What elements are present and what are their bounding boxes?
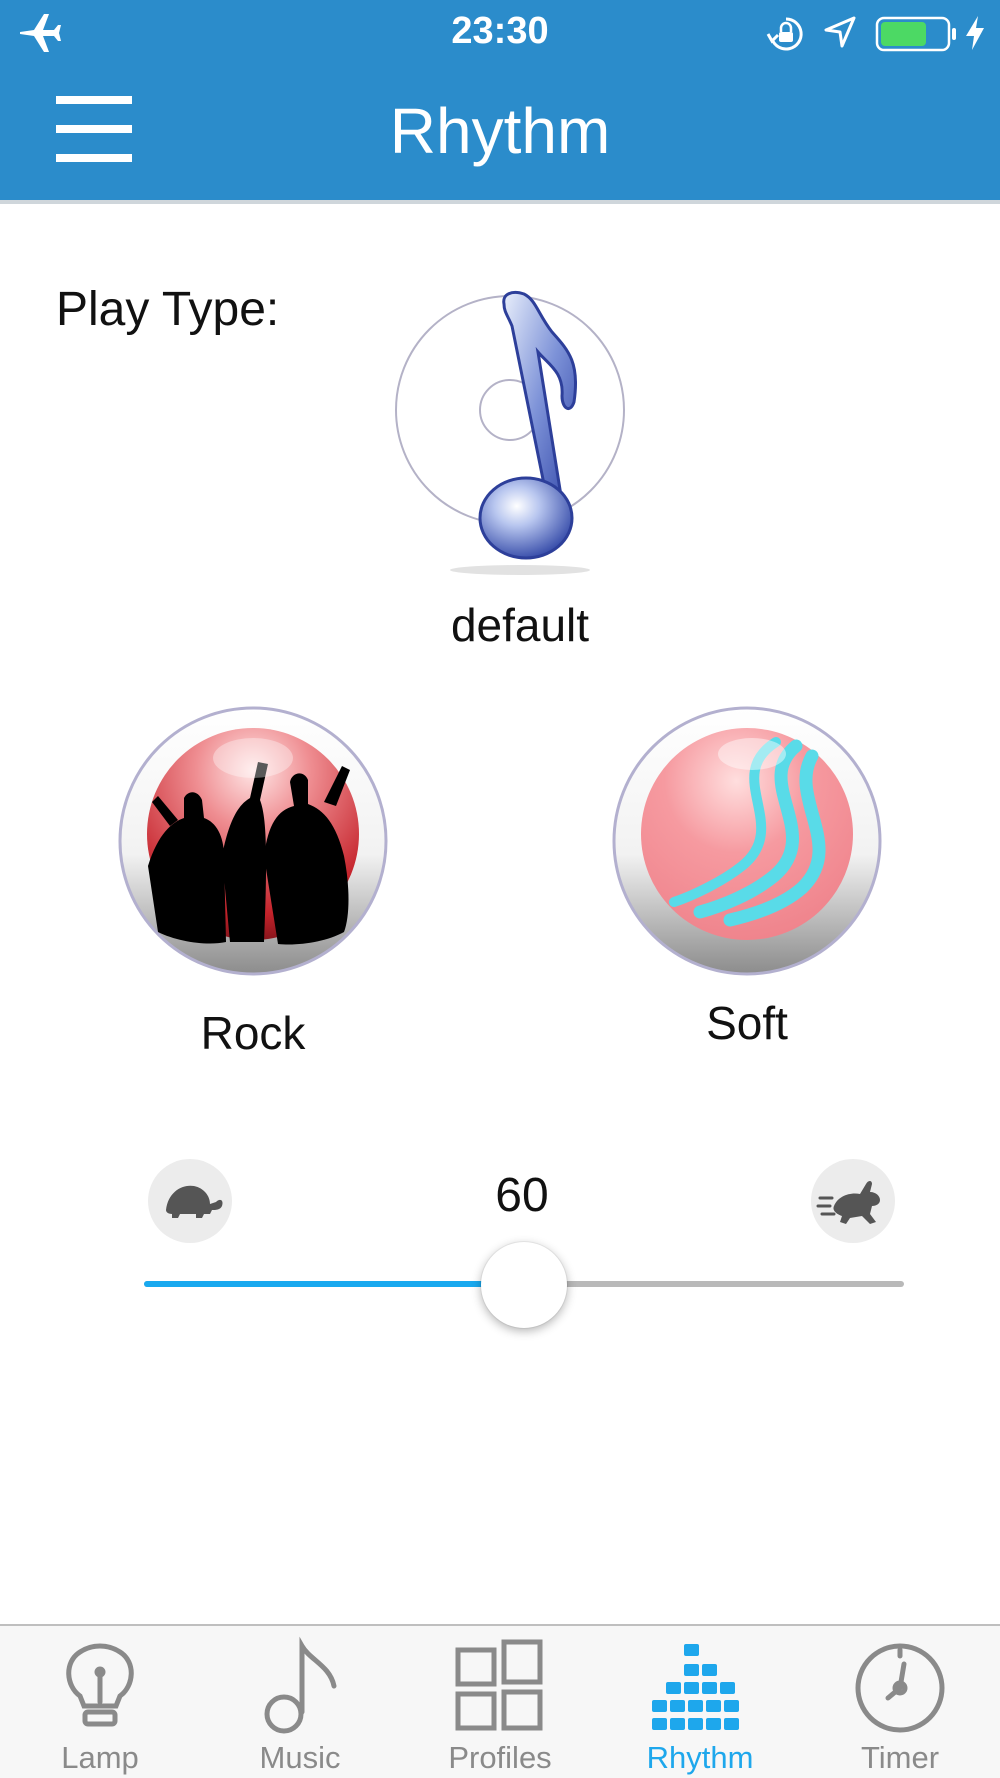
tab-timer[interactable]: Timer: [800, 1626, 1000, 1778]
clock-icon: [855, 1643, 945, 1733]
battery-icon: [875, 16, 956, 52]
app-header: 23:30 Rhythm: [0, 0, 1000, 200]
tab-music-label: Music: [259, 1740, 341, 1775]
turtle-icon[interactable]: [146, 1158, 234, 1244]
equalizer-icon: [652, 1644, 739, 1730]
music-note-icon[interactable]: [372, 286, 658, 576]
charging-icon: [966, 16, 984, 50]
rabbit-icon[interactable]: [810, 1158, 896, 1244]
grid-icon: [455, 1639, 543, 1731]
soft-mode-label: Soft: [706, 997, 788, 1049]
rock-mode-button[interactable]: [118, 706, 388, 976]
play-type-value: default: [450, 599, 590, 651]
slider-fill: [144, 1281, 524, 1287]
page-title: Rhythm: [389, 95, 611, 167]
play-type-label: Play Type:: [56, 283, 280, 336]
tab-lamp[interactable]: Lamp: [0, 1626, 200, 1778]
rock-mode-label: Rock: [200, 1007, 306, 1059]
tab-timer-label: Timer: [860, 1740, 940, 1775]
tab-rhythm-label: Rhythm: [646, 1740, 754, 1775]
header-divider: [0, 200, 1000, 204]
speed-value: 60: [495, 1169, 549, 1222]
tab-profiles[interactable]: Profiles: [400, 1626, 600, 1778]
tab-music[interactable]: Music: [200, 1626, 400, 1778]
tab-bar: Lamp Music Profiles Rhythm Timer: [0, 1624, 1000, 1778]
tab-profiles-label: Profiles: [448, 1740, 552, 1775]
soft-mode-button[interactable]: [612, 706, 882, 976]
speed-slider[interactable]: [144, 1238, 904, 1330]
tab-lamp-label: Lamp: [61, 1740, 139, 1775]
music-note-icon: [264, 1636, 337, 1734]
slider-thumb[interactable]: [481, 1242, 567, 1328]
rotation-lock-icon: [766, 17, 803, 51]
location-arrow-icon: [824, 16, 856, 48]
lightbulb-icon: [66, 1643, 134, 1727]
tab-rhythm[interactable]: Rhythm: [600, 1626, 800, 1778]
